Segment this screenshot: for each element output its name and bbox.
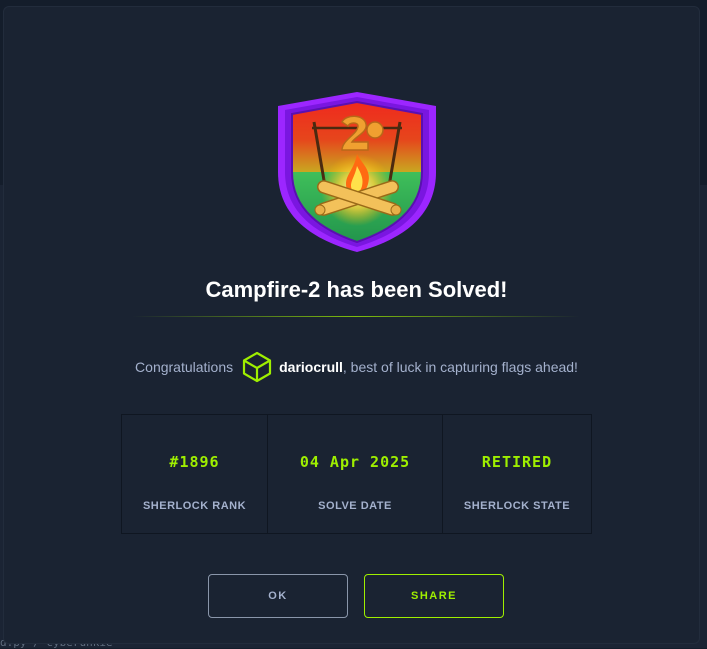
stat-sherlock-state: RETIRED SHERLOCK STATE bbox=[443, 415, 591, 533]
campfire-badge-icon bbox=[278, 92, 436, 252]
stats-panel: #1896 SHERLOCK RANK 04 Apr 2025 SOLVE DA… bbox=[121, 414, 592, 534]
stat-sherlock-rank: #1896 SHERLOCK RANK bbox=[122, 415, 268, 533]
user-cube-icon bbox=[243, 351, 272, 383]
username-link[interactable]: dariocrull bbox=[279, 359, 343, 375]
congratulations-message: Congratulations dariocrull , best of luc… bbox=[4, 351, 707, 383]
stat-label: SHERLOCK STATE bbox=[463, 500, 571, 512]
congrats-prefix: Congratulations bbox=[135, 359, 234, 375]
share-button[interactable]: SHARE bbox=[364, 574, 504, 618]
stat-label: SOLVE DATE bbox=[318, 500, 392, 512]
stat-value: #1896 bbox=[169, 453, 220, 471]
modal-title: Campfire-2 has been Solved! bbox=[205, 277, 508, 302]
stat-value: 04 Apr 2025 bbox=[299, 453, 411, 471]
stat-value: RETIRED bbox=[481, 453, 553, 471]
solved-modal: Campfire-2 has been Solved! Congratulati… bbox=[3, 6, 700, 644]
ok-button[interactable]: OK bbox=[208, 574, 348, 618]
title-divider bbox=[132, 316, 580, 317]
stat-solve-date: 04 Apr 2025 SOLVE DATE bbox=[268, 415, 443, 533]
congrats-suffix: , best of luck in capturing flags ahead! bbox=[342, 359, 578, 375]
stat-label: SHERLOCK RANK bbox=[142, 500, 247, 512]
